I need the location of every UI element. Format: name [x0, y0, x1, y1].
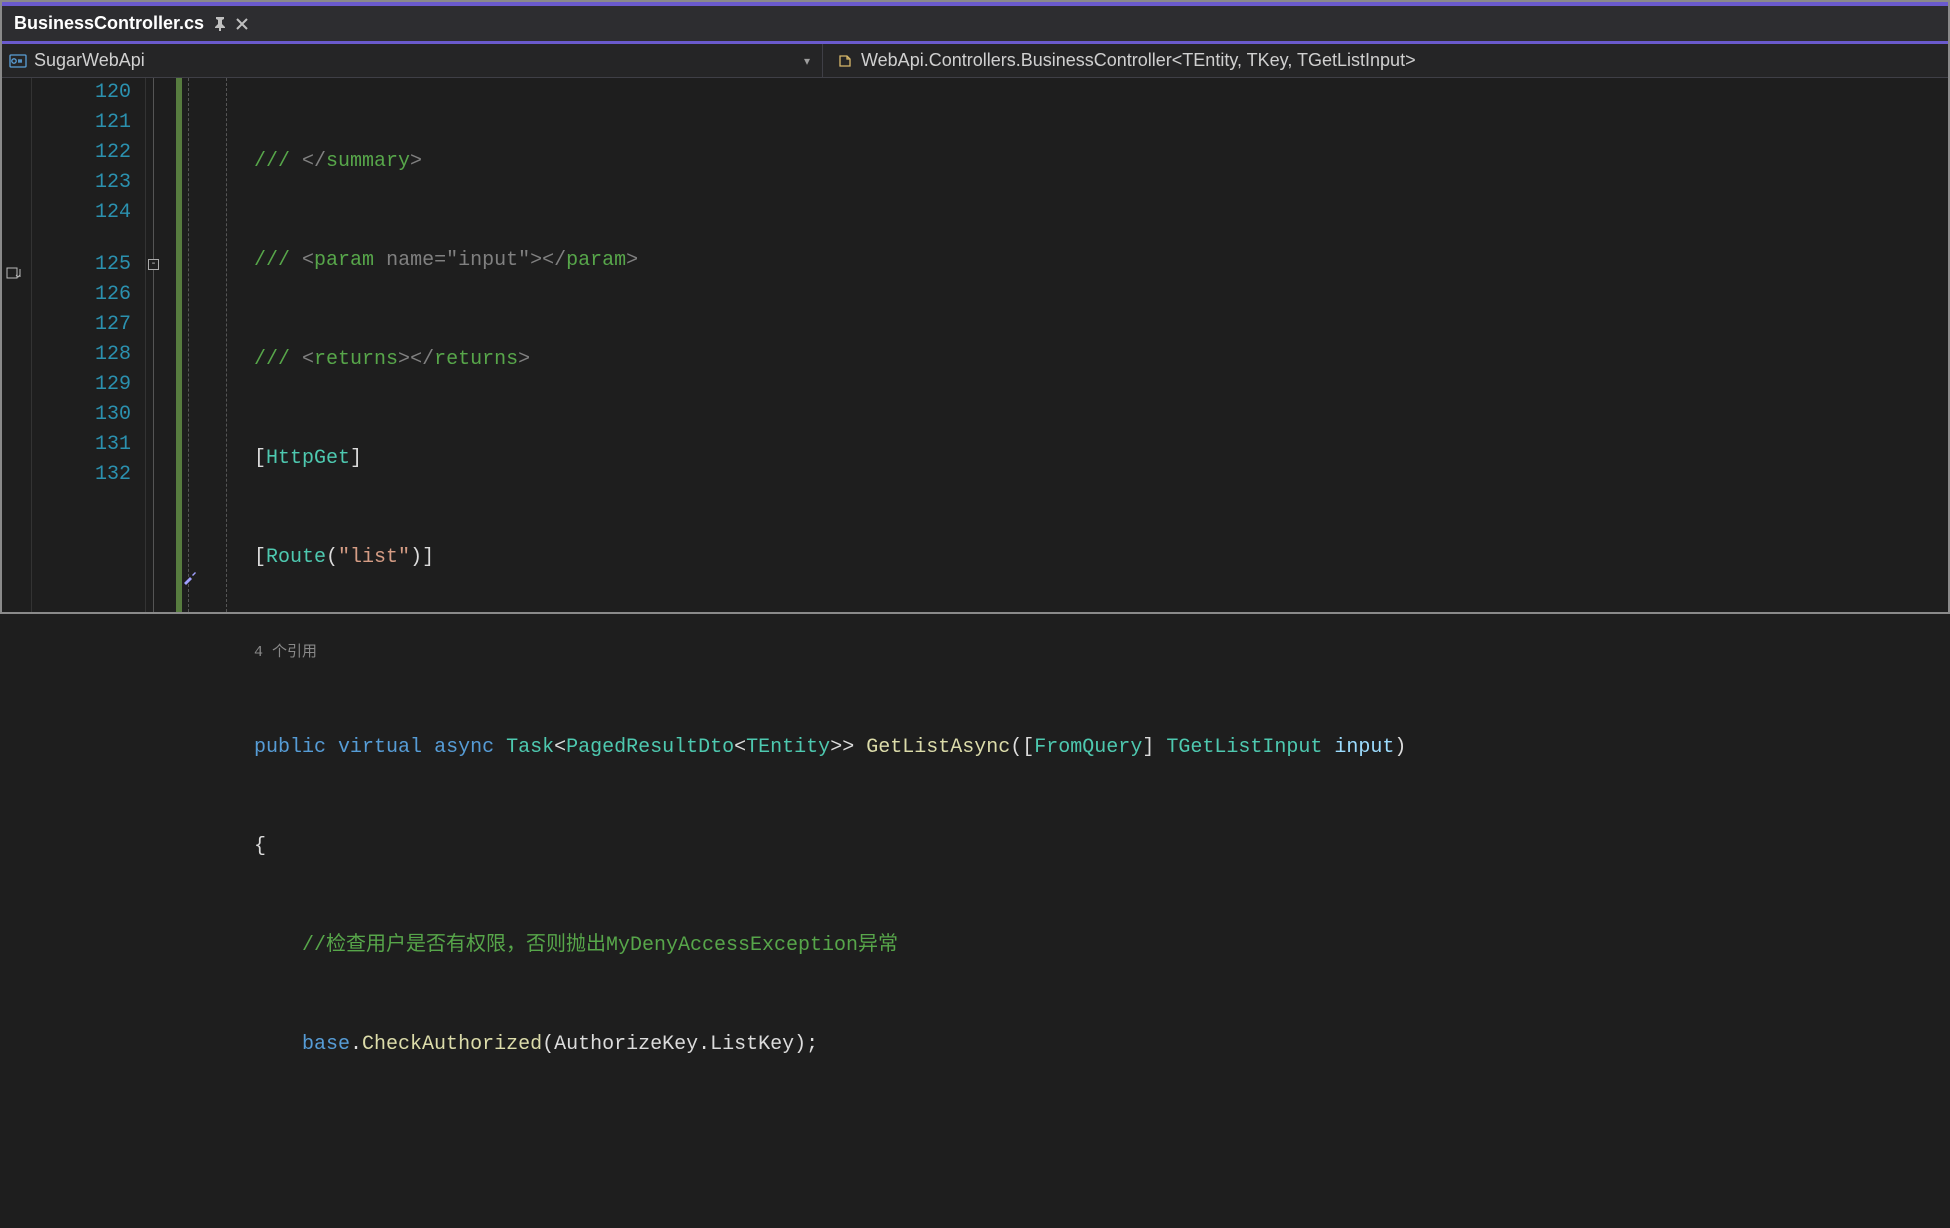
indent-guides: [182, 78, 254, 612]
code-line[interactable]: /// <param name="input"></param>: [254, 246, 1948, 276]
close-icon[interactable]: [236, 18, 248, 30]
line-number: 128: [32, 340, 131, 370]
line-number: 130: [32, 400, 131, 430]
csharp-project-icon: [8, 51, 28, 71]
navigation-bar: SugarWebApi ▾ WebApi.Controllers.Busines…: [2, 44, 1948, 78]
class-icon: [835, 51, 855, 71]
nav-scope-name: WebApi.Controllers.BusinessController<TE…: [861, 50, 1416, 71]
code-line[interactable]: [254, 1129, 1948, 1159]
glyph-margin: [2, 78, 32, 612]
line-number: 120: [32, 78, 131, 108]
tab-filename: BusinessController.cs: [14, 13, 204, 34]
nav-project-dropdown[interactable]: SugarWebApi ▾: [2, 50, 822, 71]
line-number: 124: [32, 198, 131, 228]
outline-gutter[interactable]: -: [146, 78, 176, 612]
code-line[interactable]: /// <returns></returns>: [254, 345, 1948, 375]
tab-bar: BusinessController.cs: [2, 6, 1948, 44]
nav-scope-dropdown[interactable]: WebApi.Controllers.BusinessController<TE…: [822, 44, 1416, 77]
code-line[interactable]: [HttpGet]: [254, 444, 1948, 474]
line-number: 126: [32, 280, 131, 310]
code-line[interactable]: [Route("list")]: [254, 543, 1948, 573]
code-line[interactable]: base.CheckAuthorized(AuthorizeKey.ListKe…: [254, 1030, 1948, 1060]
line-number: 125: [32, 250, 131, 280]
collapse-toggle-icon[interactable]: -: [148, 259, 159, 270]
chevron-down-icon: ▾: [804, 54, 810, 68]
code-line[interactable]: {: [254, 832, 1948, 862]
code-content[interactable]: /// </summary> /// <param name="input"><…: [254, 78, 1948, 612]
change-indicator-icon: [6, 266, 22, 280]
line-number: 129: [32, 370, 131, 400]
codelens-references[interactable]: 4 个引用: [254, 642, 1948, 664]
code-line[interactable]: /// </summary>: [254, 147, 1948, 177]
code-editor[interactable]: 120 121 122 123 124 125 126 127 128 129 …: [2, 78, 1948, 612]
line-number: 123: [32, 168, 131, 198]
line-number: 132: [32, 460, 131, 490]
code-line[interactable]: //检查用户是否有权限，否则抛出MyDenyAccessException异常: [254, 931, 1948, 961]
pin-icon[interactable]: [214, 17, 226, 31]
nav-project-name: SugarWebApi: [34, 50, 145, 71]
screwdriver-icon[interactable]: [132, 553, 198, 606]
tab-businesscontroller[interactable]: BusinessController.cs: [2, 6, 260, 41]
code-line[interactable]: public virtual async Task<PagedResultDto…: [254, 733, 1948, 763]
line-number: 131: [32, 430, 131, 460]
line-number-gutter: 120 121 122 123 124 125 126 127 128 129 …: [32, 78, 146, 612]
line-number: 122: [32, 138, 131, 168]
line-number: 121: [32, 108, 131, 138]
line-number: 127: [32, 310, 131, 340]
